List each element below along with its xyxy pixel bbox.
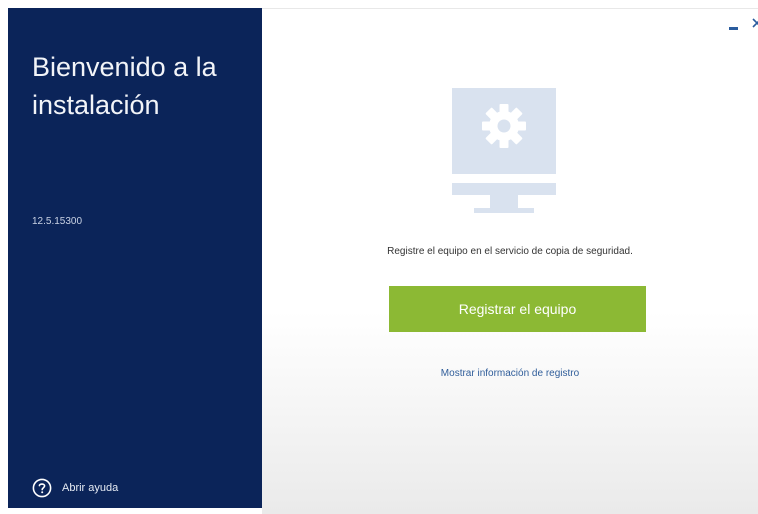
register-device-button[interactable]: Registrar el equipo [389,286,646,332]
installer-window: Bienvenido a la instalación 12.5.15300 A… [0,0,758,514]
register-device-label: Registrar el equipo [458,301,577,317]
help-link[interactable]: Abrir ayuda [32,478,118,498]
sidebar: Bienvenido a la instalación 12.5.15300 A… [8,8,262,508]
monitor-gear-icon [452,88,556,213]
main-pane [262,8,758,514]
show-registration-info-link[interactable]: Mostrar información de registro [262,368,758,379]
minimize-icon[interactable] [729,26,738,30]
close-icon[interactable] [752,18,758,30]
help-icon [32,478,52,498]
window-controls [729,18,758,30]
version-label: 12.5.15300 [32,216,83,227]
main-top-border [262,8,758,9]
welcome-title: Bienvenido a la instalación [32,52,217,120]
help-label: Abrir ayuda [62,482,119,494]
register-message: Registre el equipo en el servicio de cop… [387,246,633,257]
